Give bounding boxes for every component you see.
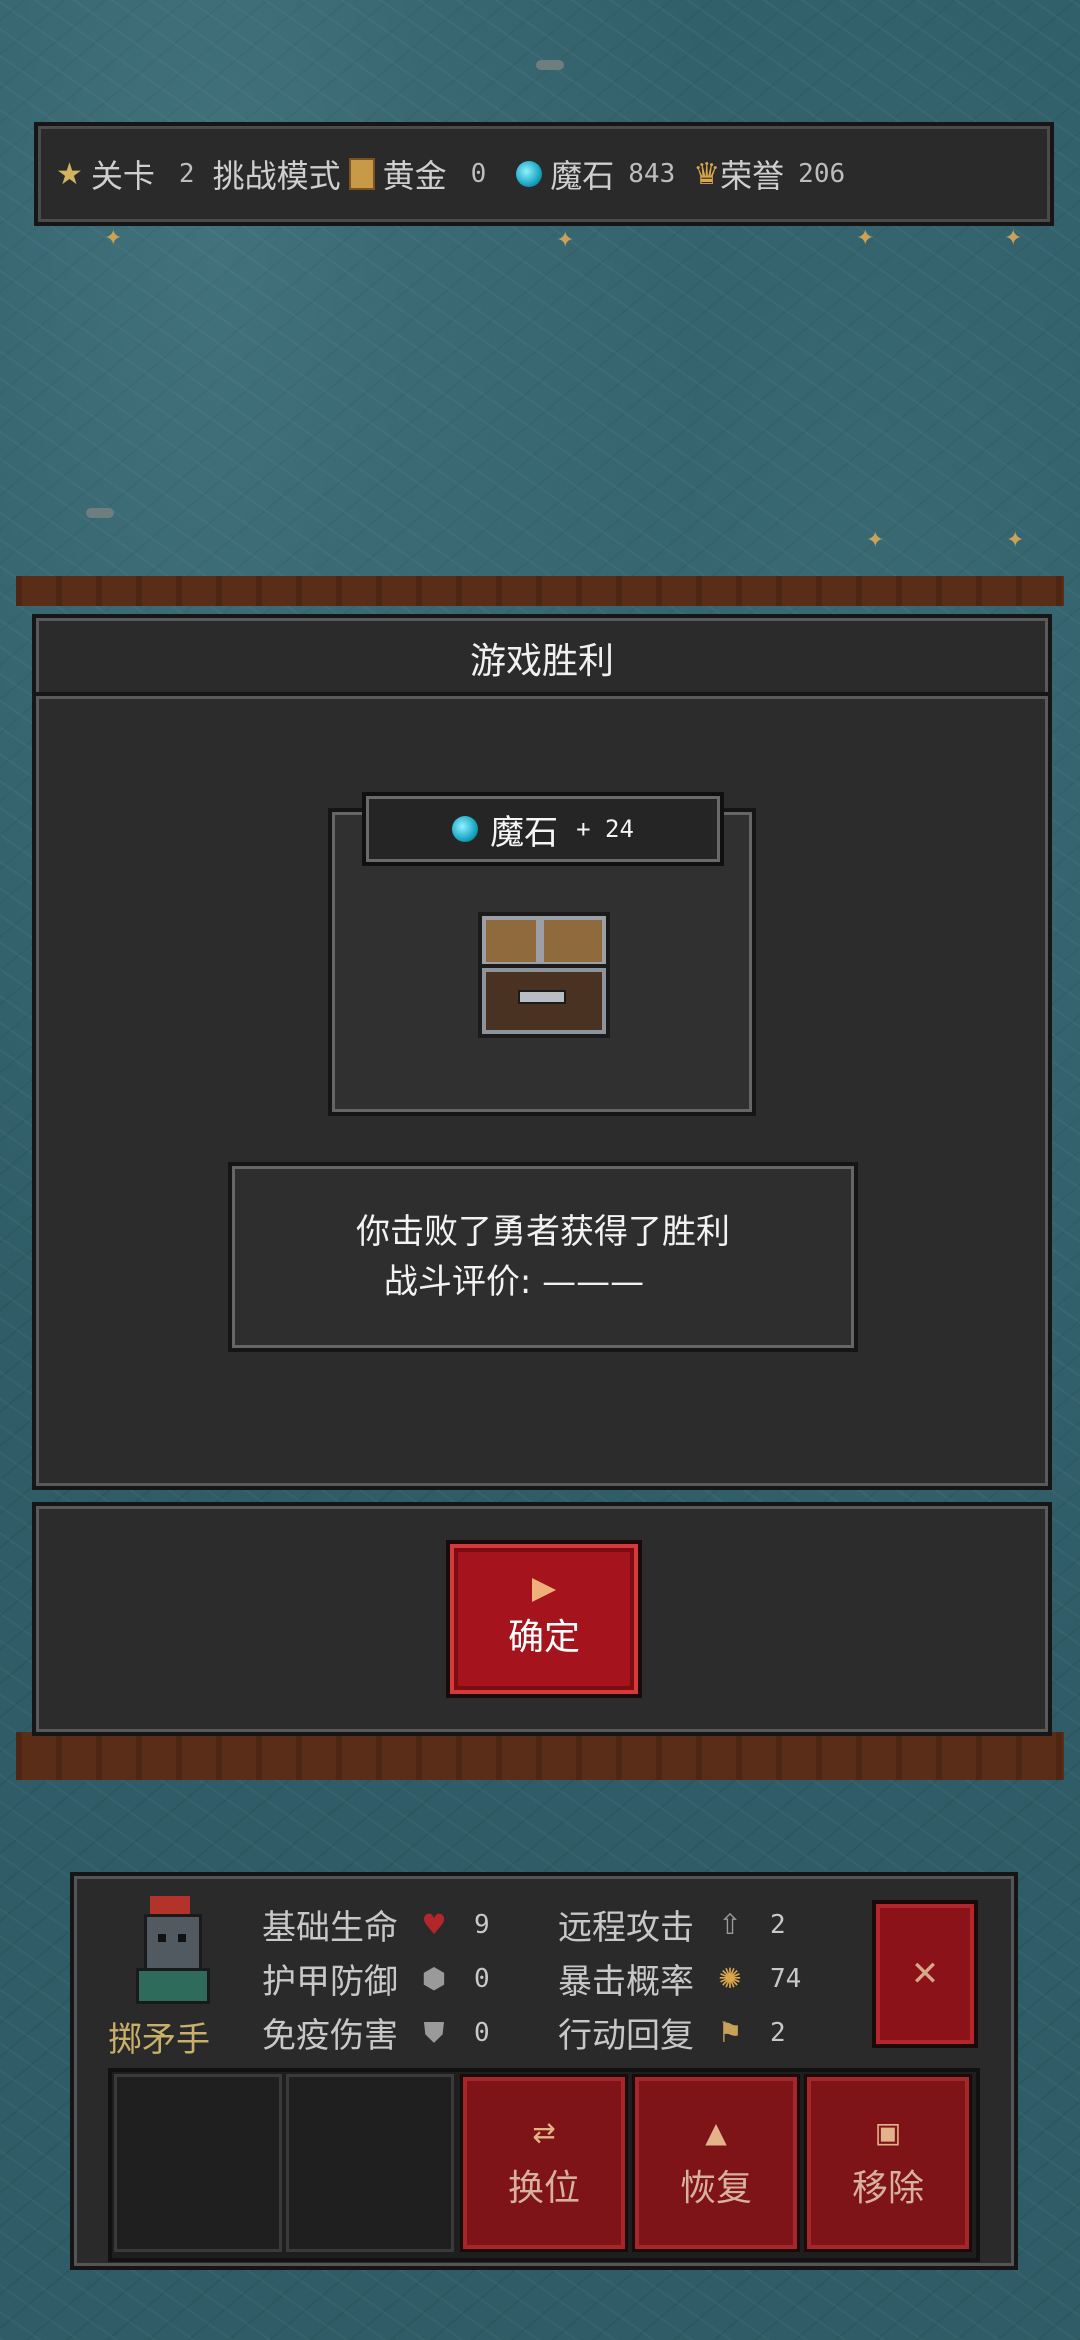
result-message-panel: 你击败了勇者获得了胜利 战斗评价: ———	[228, 1162, 858, 1352]
magic-stone-value: 843	[628, 159, 676, 189]
gold-icon	[348, 158, 375, 190]
star-decoration: ✦	[104, 226, 123, 251]
reward-label: 魔石 + 24	[362, 792, 724, 866]
level-label: 关卡	[90, 157, 155, 195]
stat-action-recovery: 行动回复 ⚑ 2	[558, 2016, 786, 2056]
honor-counter: ♛ 荣誉 206	[693, 151, 845, 197]
trash-icon: ▣	[874, 2115, 902, 2149]
empty-slot[interactable]	[114, 2074, 282, 2252]
star-decoration: ✦	[856, 226, 875, 251]
stat-immune-damage: 免疫伤害 ⛊ 0	[262, 2015, 490, 2057]
dialog-title-bar: 游戏胜利	[32, 614, 1052, 702]
close-button[interactable]: ✕	[872, 1900, 978, 2048]
confirm-label: 确定	[507, 1617, 580, 1658]
restore-button[interactable]: ▲ 恢复	[632, 2074, 800, 2252]
gold-counter: 黄金 0	[348, 151, 487, 197]
honor-label: 荣誉	[720, 157, 785, 195]
flask-icon: ▲	[705, 2115, 727, 2149]
dirt-band-bottom	[16, 1732, 1064, 1780]
swap-button[interactable]: ⇄ 换位	[460, 2074, 628, 2252]
stat-armor-defense: 护甲防御 ⬢ 0	[262, 1962, 490, 2002]
crown-icon: ♛	[693, 156, 721, 192]
confirm-button[interactable]: 确定	[446, 1540, 642, 1698]
boot-icon: ⚑	[717, 2016, 743, 2049]
treasure-chest-icon	[478, 912, 610, 1038]
magic-stone-icon	[452, 816, 479, 842]
burst-icon: ✺	[718, 1962, 742, 1995]
stat-ranged-attack: 远程攻击 ⇧ 2	[558, 1908, 786, 1948]
gold-label: 黄金	[382, 157, 447, 195]
unit-portrait[interactable]	[120, 1896, 220, 2006]
result-message: 你击败了勇者获得了胜利	[356, 1212, 730, 1252]
close-icon: ✕	[910, 1954, 940, 1994]
star-icon: ★	[56, 156, 83, 192]
shield-icon: ⛊	[423, 2015, 445, 2049]
mode-label: 挑战模式	[212, 157, 341, 195]
magic-stone-icon	[516, 161, 543, 187]
arrow-icon: ⇧	[718, 1908, 742, 1941]
stat-base-health: 基础生命 ♥ 9	[262, 1908, 490, 1948]
honor-value: 206	[798, 159, 846, 189]
star-decoration: ✦	[1006, 528, 1025, 553]
unit-name: 掷矛手	[108, 2020, 210, 2060]
reward-name: 魔石	[490, 812, 559, 853]
gold-value: 0	[470, 159, 487, 189]
empty-slot[interactable]	[286, 2074, 454, 2252]
star-decoration: ✦	[866, 528, 885, 553]
play-icon	[532, 1578, 556, 1602]
armor-icon: ⬢	[421, 1962, 447, 1995]
level-value: 2	[178, 159, 195, 189]
reward-amount: + 24	[576, 815, 634, 843]
star-decoration: ✦	[556, 228, 575, 253]
resource-bar: ★ 关卡 2 挑战模式 黄金 0 魔石 843 ♛ 荣誉 206	[34, 122, 1054, 226]
magic-stone-counter: 魔石 843	[516, 151, 675, 197]
magic-stone-label: 魔石	[550, 157, 615, 195]
remove-button[interactable]: ▣ 移除	[804, 2074, 972, 2252]
stat-crit-chance: 暴击概率 ✺ 74	[558, 1962, 802, 2002]
battle-rating: 战斗评价: ———	[383, 1262, 645, 1302]
heart-icon: ♥	[421, 1908, 447, 1941]
mode-indicator: 挑战模式	[213, 151, 341, 197]
dialog-title: 游戏胜利	[469, 641, 614, 682]
dirt-band-top	[16, 576, 1064, 606]
level-indicator: ★ 关卡 2	[56, 151, 195, 197]
fish-decoration	[86, 508, 114, 518]
swap-icon: ⇄	[532, 2115, 556, 2149]
star-decoration: ✦	[1004, 226, 1023, 251]
fish-decoration	[536, 60, 564, 70]
